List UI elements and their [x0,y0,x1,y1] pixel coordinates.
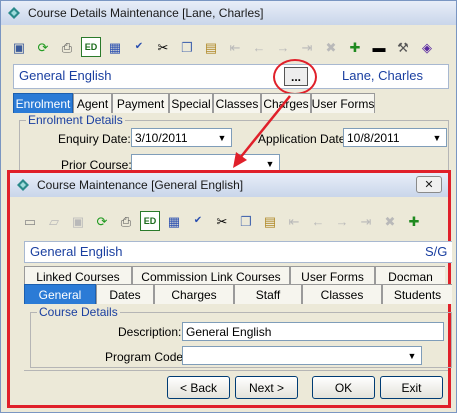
popup-course-name: General English [30,244,123,259]
calculator-icon[interactable]: ▦ [105,37,125,57]
first-record-icon[interactable]: ⇤ [225,37,245,57]
main-window-title: Course Details Maintenance [Lane, Charle… [28,6,264,20]
description-input[interactable]: General English [182,322,444,341]
app-icon [8,7,20,19]
tag-icon[interactable]: ◈ [417,37,437,57]
last-record-icon[interactable]: ⇥ [356,211,376,231]
popup-toolbar: ▭ ▱ ▣ ⟳ ⎙ ED ▦ ✔ ✂ ❐ ▤ ⇤ ← → ⇥ ✖ ✚ [10,208,448,234]
application-date-value: 10/8/2011 [347,131,400,145]
enquiry-date-value: 3/10/2011 [135,131,188,145]
course-details-label: Course Details [37,305,120,319]
spellcheck-icon[interactable]: ✔ [129,37,149,57]
edit-mode-icon[interactable]: ED [140,211,160,231]
program-code-label: Program Code: [105,350,187,364]
program-code-field[interactable]: ▼ [182,346,422,365]
paste-icon[interactable]: ▤ [201,37,221,57]
chevron-down-icon[interactable]: ▼ [263,157,277,170]
tab-user-forms[interactable]: User Forms [311,93,375,113]
save-icon[interactable]: ▣ [68,211,88,231]
popup-title-bar: Course Maintenance [General English] ✕ [10,173,448,197]
tab-classes[interactable]: Classes [302,284,382,304]
popup-tabs-row1: Linked Courses Commission Link Courses U… [24,266,445,286]
delete-icon[interactable]: ✖ [321,37,341,57]
paste-icon[interactable]: ▤ [260,211,280,231]
refresh-icon[interactable]: ⟳ [33,37,53,57]
application-date-field[interactable]: 10/8/2011 ▼ [343,128,447,147]
copy-icon[interactable]: ❐ [177,37,197,57]
popup-tabs-row2: General Dates Charges Staff Classes Stud… [24,284,452,304]
tab-linked-courses[interactable]: Linked Courses [24,266,132,286]
calculator-icon[interactable]: ▦ [164,211,184,231]
popup-divider [24,370,448,371]
enquiry-date-label: Enquiry Date: [58,132,131,146]
next-button[interactable]: Next > [235,376,298,399]
popup-course-code: S/G [425,244,448,259]
spellcheck-icon[interactable]: ✔ [188,211,208,231]
main-student-name: Lane, Charles [342,68,423,83]
tab-user-forms[interactable]: User Forms [290,266,375,286]
back-button[interactable]: < Back [167,376,230,399]
exit-button[interactable]: Exit [380,376,443,399]
tab-dates[interactable]: Dates [96,284,154,304]
main-toolbar: ▣ ⟳ ⎙ ED ▦ ✔ ✂ ❐ ▤ ⇤ ← → ⇥ ✖ ✚ ▬ ⚒ ◈ [1,34,456,60]
add-record-icon[interactable]: ✚ [404,211,424,231]
chevron-down-icon[interactable]: ▼ [215,131,229,144]
print-icon[interactable]: ⎙ [57,37,77,57]
last-record-icon[interactable]: ⇥ [297,37,317,57]
description-label: Description: [118,325,182,339]
first-record-icon[interactable]: ⇤ [284,211,304,231]
next-record-icon[interactable]: → [332,211,352,231]
main-tabs: Enrolment Agent Payment Special Classes … [13,93,375,113]
tab-docman[interactable]: Docman [375,266,445,286]
cut-icon[interactable]: ✂ [212,211,232,231]
tab-charges[interactable]: Charges [154,284,234,304]
previous-record-icon[interactable]: ← [249,37,269,57]
print-icon[interactable]: ⎙ [116,211,136,231]
save-icon[interactable]: ▣ [9,37,29,57]
add-record-icon[interactable]: ✚ [345,37,365,57]
next-record-icon[interactable]: → [273,37,293,57]
tab-payment[interactable]: Payment [112,93,169,113]
app-icon [17,179,29,191]
copy-icon[interactable]: ❐ [236,211,256,231]
tab-general[interactable]: General [24,284,96,304]
lookup-highlight-circle [273,59,317,95]
tab-agent[interactable]: Agent [73,93,112,113]
ok-button[interactable]: OK [312,376,375,399]
popup-window-title: Course Maintenance [General English] [37,178,244,192]
description-value: General English [186,325,272,339]
tab-staff[interactable]: Staff [234,284,302,304]
tab-students[interactable]: Students [382,284,452,304]
main-title-bar: Course Details Maintenance [Lane, Charle… [1,1,456,25]
chevron-down-icon[interactable]: ▼ [430,131,444,144]
open-folder-icon[interactable]: ▱ [44,211,64,231]
popup-course-bar: General English S/G [24,241,452,263]
enrolment-details-label: Enrolment Details [26,113,125,127]
edit-mode-icon[interactable]: ED [81,37,101,57]
film-icon[interactable]: ▬ [369,37,389,57]
tab-special[interactable]: Special [169,93,213,113]
tab-charges[interactable]: Charges [261,93,311,113]
tab-enrolment[interactable]: Enrolment [13,93,73,113]
chevron-down-icon[interactable]: ▼ [405,349,419,362]
tab-classes[interactable]: Classes [213,93,261,113]
enquiry-date-field[interactable]: 3/10/2011 ▼ [131,128,232,147]
main-course-bar: General English ... Lane, Charles [13,64,449,89]
course-maintenance-popup: Course Maintenance [General English] ✕ ▭… [7,170,452,408]
cut-icon[interactable]: ✂ [153,37,173,57]
tools-icon[interactable]: ⚒ [393,37,413,57]
new-document-icon[interactable]: ▭ [20,211,40,231]
close-button[interactable]: ✕ [416,176,442,193]
refresh-icon[interactable]: ⟳ [92,211,112,231]
delete-icon[interactable]: ✖ [380,211,400,231]
previous-record-icon[interactable]: ← [308,211,328,231]
tab-commission-link-courses[interactable]: Commission Link Courses [132,266,290,286]
application-date-label: Application Date: [258,132,349,146]
main-course-name: General English [19,68,112,83]
